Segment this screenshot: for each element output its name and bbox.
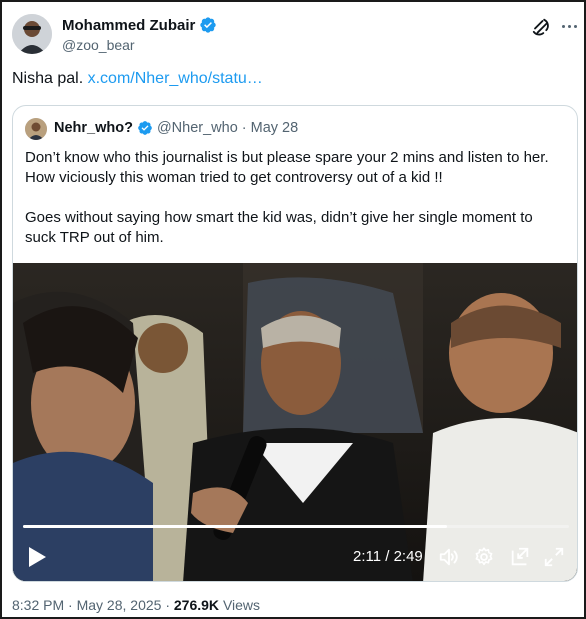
- video-time-display: 2:11 / 2:49: [353, 548, 423, 565]
- quoted-author-handle[interactable]: @Nher_who: [157, 120, 238, 136]
- tweet-text-prefix: Nisha pal.: [12, 70, 84, 87]
- tweet-link[interactable]: x.com/Nher_who/statu…: [88, 70, 263, 87]
- quoted-tweet[interactable]: Nehr_who? @Nher_who · May 28 Don’t know …: [12, 105, 578, 582]
- play-icon[interactable]: [27, 546, 47, 568]
- grok-icon[interactable]: [530, 16, 550, 36]
- fullscreen-icon[interactable]: [543, 546, 565, 568]
- volume-icon[interactable]: [438, 546, 460, 568]
- views-label: Views: [222, 597, 261, 613]
- video-player[interactable]: 2:11 / 2:49: [13, 263, 577, 581]
- tweet-text: Nisha pal. x.com/Nher_who/statu…: [12, 70, 263, 88]
- picture-in-picture-icon[interactable]: [509, 546, 531, 568]
- quoted-tweet-text: Don’t know who this journalist is but pl…: [25, 148, 565, 268]
- tweet-card: Mohammed Zubair @zoo_bear Nisha pal. x.c…: [0, 0, 586, 619]
- quoted-separator: ·: [241, 120, 247, 136]
- author-name[interactable]: Mohammed Zubair: [62, 17, 195, 34]
- views-count: 276.9K: [173, 597, 220, 613]
- video-progress-fill: [23, 525, 447, 528]
- settings-gear-icon[interactable]: [473, 546, 495, 568]
- quoted-date[interactable]: May 28: [251, 120, 299, 136]
- author-avatar[interactable]: [12, 14, 52, 54]
- quoted-verified-badge-icon: [138, 121, 152, 135]
- quoted-author-name[interactable]: Nehr_who?: [54, 120, 133, 136]
- quoted-paragraph-2: Goes without saying how smart the kid wa…: [25, 209, 533, 246]
- quoted-author-avatar[interactable]: [25, 118, 47, 140]
- quoted-paragraph-1: Don’t know who this journalist is but pl…: [25, 149, 549, 186]
- more-options-icon[interactable]: [559, 16, 579, 36]
- verified-badge-icon: [200, 17, 217, 33]
- tweet-metadata: 8:32 PM · May 28, 2025 · 276.9K Views: [12, 597, 260, 613]
- meta-separator-2: ·: [165, 597, 170, 613]
- meta-separator-1: ·: [68, 597, 73, 613]
- post-time[interactable]: 8:32 PM: [12, 597, 64, 613]
- post-date[interactable]: May 28, 2025: [77, 597, 162, 613]
- video-progress-bar[interactable]: [23, 525, 569, 528]
- author-handle[interactable]: @zoo_bear: [62, 37, 135, 53]
- video-frame: [13, 263, 577, 581]
